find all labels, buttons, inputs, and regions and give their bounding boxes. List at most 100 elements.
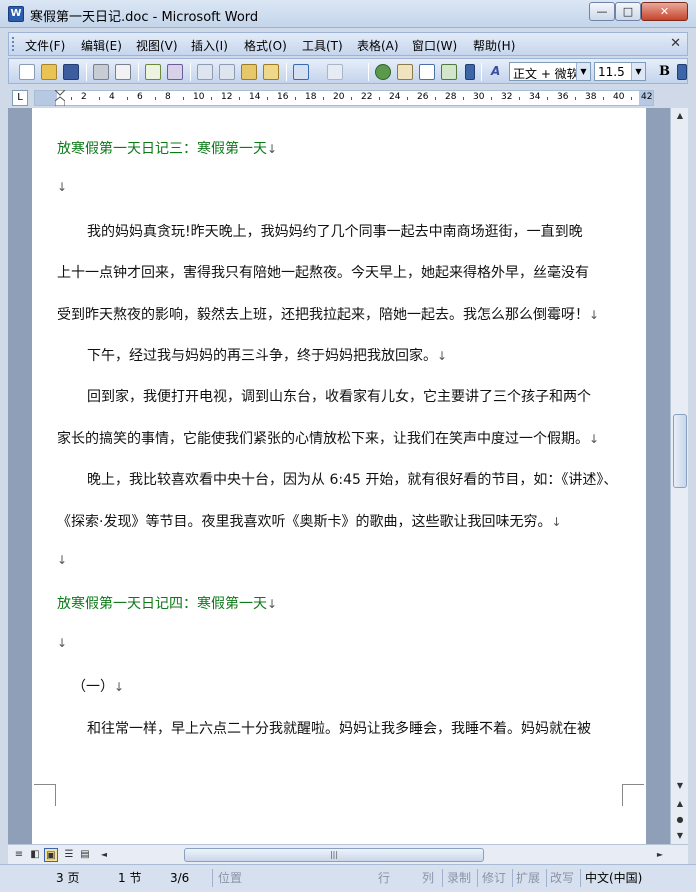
minimize-button[interactable]: — bbox=[589, 2, 615, 21]
font-size-dropdown[interactable]: 11.5 ▼ bbox=[594, 62, 646, 81]
doc-paragraph-line[interactable]: 晚上，我比较喜欢看中央十台，因为从 6:45 开始，就有很好看的节目，如：《讲述… bbox=[57, 469, 617, 489]
status-language: 中文(中国) bbox=[585, 871, 643, 885]
paragraph-mark-icon: ↓ bbox=[267, 597, 278, 612]
chevron-down-icon[interactable]: ▼ bbox=[631, 63, 645, 80]
doc-paragraph-line[interactable]: 家长的搞笑的事情，它能使我们紧张的心情放松下来，让我们在笑声中度过一个假期。↓ bbox=[57, 428, 599, 448]
ruler-tick bbox=[323, 97, 324, 100]
ruler-tick bbox=[99, 97, 100, 100]
doc-paragraph-line[interactable]: 上十一点钟才回来，害得我只有陪她一起熬夜。今天早上，她起来得格外早，丝毫没有 bbox=[57, 262, 589, 282]
new-document-icon[interactable] bbox=[19, 64, 35, 80]
document-page[interactable]: 放寒假第一天日记三：寒假第一天↓ ↓ 我的妈妈真贪玩!昨天晚上，我妈妈约了几个同事一… bbox=[32, 108, 646, 844]
tables-borders-icon[interactable] bbox=[397, 64, 413, 80]
status-extend[interactable]: 扩展 bbox=[516, 869, 540, 887]
undo-icon[interactable] bbox=[293, 64, 309, 80]
redo-icon[interactable] bbox=[327, 64, 343, 80]
scroll-up-icon[interactable]: ▲ bbox=[672, 108, 688, 124]
doc-line-text: 上十一点钟才回来，害得我只有陪她一起熬夜。今天早上，她起来得格外早，丝毫没有 bbox=[57, 265, 589, 282]
doc-paragraph-line[interactable]: ↓ bbox=[57, 552, 67, 568]
indent-marker-icon[interactable] bbox=[55, 90, 65, 106]
print-icon[interactable] bbox=[93, 64, 109, 80]
status-revise[interactable]: 修订 bbox=[482, 869, 506, 887]
doc-paragraph-line[interactable]: ↓ bbox=[57, 179, 67, 195]
close-document-icon[interactable]: ✕ bbox=[670, 36, 681, 51]
status-separator bbox=[512, 869, 513, 887]
paragraph-mark-icon: ↓ bbox=[551, 514, 562, 529]
scroll-thumb[interactable] bbox=[673, 414, 687, 488]
ruler-tick bbox=[239, 97, 240, 100]
vertical-scrollbar[interactable]: ▲ ▼ ▲ ● ▼ bbox=[670, 108, 688, 844]
print-preview-icon[interactable] bbox=[115, 64, 131, 80]
title-bar: W 寒假第一天日记.doc - Microsoft Word — □ ✕ bbox=[0, 0, 696, 28]
format-painter-icon[interactable] bbox=[263, 64, 279, 80]
doc-paragraph-line[interactable]: 下午，经过我与妈妈的再三斗争，终于妈妈把我放回家。↓ bbox=[57, 345, 447, 365]
ruler-tick bbox=[127, 97, 128, 100]
ruler-tick bbox=[435, 97, 436, 100]
horizontal-scroll-thumb[interactable]: ||| bbox=[184, 848, 484, 862]
bold-button[interactable]: B bbox=[659, 64, 670, 79]
next-page-icon[interactable]: ▼ bbox=[672, 828, 688, 844]
menu-tools[interactable]: 工具(T) bbox=[302, 37, 343, 54]
web-layout-view-icon[interactable]: ◧ bbox=[28, 848, 42, 862]
status-page-of: 3/6 bbox=[170, 871, 190, 885]
insert-excel-icon[interactable] bbox=[441, 64, 457, 80]
toolbar-options-icon[interactable] bbox=[677, 64, 687, 80]
menu-window[interactable]: 窗口(W) bbox=[412, 37, 457, 54]
previous-page-icon[interactable]: ▲ bbox=[672, 796, 688, 812]
menu-file[interactable]: 文件(F) bbox=[25, 37, 65, 54]
toolbar-options-icon[interactable] bbox=[465, 64, 475, 80]
doc-paragraph-line[interactable]: 受到昨天熬夜的影响，毅然去上班，还把我拉起来，陪她一起去。我怎么那么倒霉呀！↓ bbox=[57, 304, 599, 324]
scroll-down-icon[interactable]: ▼ bbox=[672, 778, 688, 794]
save-icon[interactable] bbox=[63, 64, 79, 80]
menu-view[interactable]: 视图(V) bbox=[136, 37, 178, 54]
research-icon[interactable] bbox=[167, 64, 183, 80]
chevron-down-icon[interactable]: ▼ bbox=[576, 63, 590, 80]
doc-paragraph-line[interactable]: （一）↓ bbox=[57, 676, 124, 696]
menu-table[interactable]: 表格(A) bbox=[357, 37, 399, 54]
paste-icon[interactable] bbox=[241, 64, 257, 80]
style-value: 正文 + 微软 bbox=[513, 67, 579, 81]
menu-format[interactable]: 格式(O) bbox=[244, 37, 287, 54]
doc-paragraph-line[interactable]: 《探索·发现》等节目。夜里我喜欢听《奥斯卡》的歌曲，这些歌让我回味无穷。↓ bbox=[57, 511, 562, 531]
print-layout-view-icon[interactable]: ▣ bbox=[44, 848, 58, 862]
doc-paragraph-line[interactable]: ↓ bbox=[57, 635, 67, 651]
status-overtype[interactable]: 改写 bbox=[550, 869, 574, 887]
insert-table-icon[interactable] bbox=[419, 64, 435, 80]
ruler-tick bbox=[71, 97, 72, 100]
menu-help[interactable]: 帮助(H) bbox=[473, 37, 515, 54]
cut-icon[interactable] bbox=[197, 64, 213, 80]
doc-paragraph-line[interactable]: 回到家，我便打开电视，调到山东台，收看家有儿女，它主要讲了三个孩子和两个 bbox=[57, 386, 591, 406]
reading-layout-view-icon[interactable]: ▤ bbox=[78, 848, 92, 862]
doc-paragraph-line[interactable]: 和往常一样，早上六点二十分我就醒啦。妈妈让我多睡会，我睡不着。妈妈就在被 bbox=[57, 718, 591, 738]
horizontal-ruler[interactable]: 2 4 6 8 10 12 14 16 18 20 22 24 26 28 30 32 34 36 38 40 42 bbox=[34, 90, 654, 106]
style-dropdown[interactable]: 正文 + 微软 ▼ bbox=[509, 62, 591, 81]
menu-insert[interactable]: 插入(I) bbox=[191, 37, 228, 54]
ruler-number: 4 bbox=[109, 92, 115, 102]
select-browse-object-icon[interactable]: ● bbox=[672, 812, 688, 828]
menu-edit[interactable]: 编辑(E) bbox=[81, 37, 122, 54]
ruler-number: 38 bbox=[585, 92, 597, 102]
ruler-tick bbox=[211, 97, 212, 100]
open-folder-icon[interactable] bbox=[41, 64, 57, 80]
spelling-check-icon[interactable] bbox=[145, 64, 161, 80]
ruler-number: 10 bbox=[193, 92, 205, 102]
paragraph-mark-icon: ↓ bbox=[114, 680, 125, 695]
outline-view-icon[interactable]: ☰ bbox=[62, 848, 76, 862]
close-button[interactable]: ✕ bbox=[641, 2, 688, 21]
normal-view-icon[interactable]: ≡ bbox=[12, 848, 26, 862]
document-area[interactable]: 放寒假第一天日记三：寒假第一天↓ ↓ 我的妈妈真贪玩!昨天晚上，我妈妈约了几个同事一… bbox=[8, 108, 670, 844]
scroll-left-icon[interactable]: ◄ bbox=[98, 848, 110, 862]
copy-icon[interactable] bbox=[219, 64, 235, 80]
ruler-number: 32 bbox=[501, 92, 513, 102]
tab-selector[interactable]: L bbox=[12, 90, 28, 106]
status-record[interactable]: 录制 bbox=[447, 869, 471, 887]
word-app-icon[interactable]: W bbox=[8, 6, 24, 22]
styles-formatting-icon[interactable]: A bbox=[491, 64, 500, 78]
ruler-number: 20 bbox=[333, 92, 345, 102]
doc-heading[interactable]: 放寒假第一天日记三：寒假第一天↓ bbox=[57, 138, 277, 158]
doc-paragraph-line[interactable]: 我的妈妈真贪玩!昨天晚上，我妈妈约了几个同事一起去中南商场逛街，一直到晚 bbox=[57, 221, 583, 241]
scroll-right-icon[interactable]: ► bbox=[654, 848, 666, 862]
doc-heading[interactable]: 放寒假第一天日记四：寒假第一天↓ bbox=[57, 593, 277, 613]
menu-grip-handle[interactable] bbox=[12, 37, 15, 51]
hyperlink-icon[interactable] bbox=[375, 64, 391, 80]
maximize-button[interactable]: □ bbox=[615, 2, 641, 21]
